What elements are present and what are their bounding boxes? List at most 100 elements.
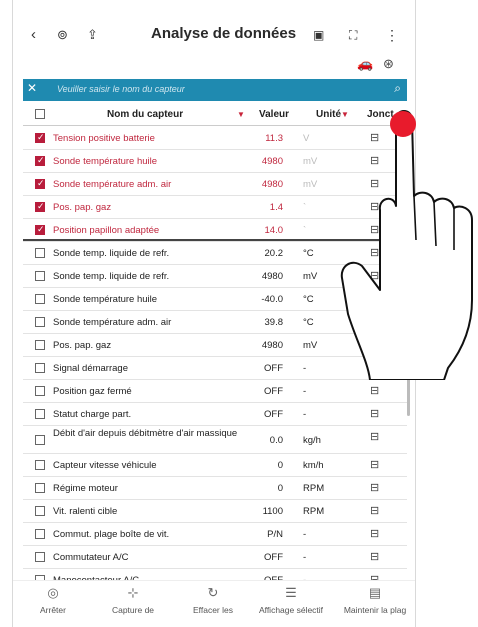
capture-button[interactable]: ⊹ Capture de <box>95 585 171 615</box>
fullscreen-icon[interactable]: ⛶ <box>349 24 357 46</box>
stop-icon: ◎ <box>47 585 59 600</box>
sensor-unit: °C <box>303 317 314 328</box>
row-checkbox[interactable] <box>35 340 45 350</box>
selective-display-button[interactable]: ☰ Affichage sélectif <box>253 585 329 615</box>
junction-icon[interactable]: ⊟ <box>370 550 379 563</box>
back-chevron-icon[interactable]: ‹ <box>31 24 36 46</box>
sensor-name: Sonde température huile <box>53 156 158 167</box>
sensor-value: 0 <box>277 460 283 471</box>
column-unit-header[interactable]: Unité <box>316 109 341 120</box>
vehicle-icon[interactable]: ⊚ <box>57 24 68 46</box>
export-icon[interactable]: ⇪ <box>87 24 98 46</box>
sensor-name: Pos. pap. gaz <box>53 340 112 351</box>
sensor-value: OFF <box>264 386 283 397</box>
column-name-header[interactable]: Nom du capteur <box>107 109 183 120</box>
row-checkbox[interactable] <box>35 224 45 235</box>
more-vert-icon[interactable]: ⋮ <box>385 24 399 46</box>
junction-icon[interactable]: ⊟ <box>370 458 379 471</box>
sensor-value: OFF <box>264 409 283 420</box>
row-checkbox[interactable] <box>35 201 45 212</box>
sensor-unit: - <box>303 363 307 374</box>
sensor-unit: mV <box>303 340 318 351</box>
table-row[interactable]: Capteur vitesse véhicule 0 km/h ⊟ <box>23 454 407 477</box>
row-checkbox[interactable] <box>35 317 45 327</box>
sensor-unit: RPM <box>303 506 325 517</box>
junction-icon[interactable]: ⊟ <box>370 527 379 540</box>
row-checkbox[interactable] <box>35 248 45 258</box>
row-checkbox[interactable] <box>35 155 45 166</box>
capture-icon: ⊹ <box>127 585 139 600</box>
sensor-value: 1100 <box>262 506 283 517</box>
sensor-name: Statut charge part. <box>53 409 132 420</box>
sensor-name: Signal démarrage <box>53 363 128 374</box>
sensor-unit: kg/h <box>303 435 321 446</box>
sensor-unit: ` <box>303 202 307 213</box>
row-checkbox[interactable] <box>35 132 45 143</box>
record-icon[interactable]: ▣ <box>313 24 324 46</box>
column-value-header[interactable]: Valeur <box>259 109 289 120</box>
sensor-unit: - <box>303 386 307 397</box>
list-icon: ☰ <box>285 585 297 600</box>
row-checkbox[interactable] <box>35 435 45 445</box>
row-checkbox[interactable] <box>35 552 45 562</box>
touch-indicator <box>390 111 416 137</box>
row-checkbox[interactable] <box>35 483 45 493</box>
table-row[interactable]: Régime moteur 0 RPM ⊟ <box>23 477 407 500</box>
sensor-unit: - <box>303 552 307 563</box>
sensor-name: Capteur vitesse véhicule <box>53 460 157 471</box>
search-input[interactable]: Veuiller saisir le nom du capteur <box>57 84 185 94</box>
settings-icon[interactable]: ⊛ <box>383 56 394 72</box>
row-checkbox[interactable] <box>35 409 45 419</box>
junction-icon[interactable]: ⊟ <box>370 430 379 443</box>
hold-range-button[interactable]: ▤ Maintenir la plag <box>333 585 415 615</box>
row-checkbox[interactable] <box>35 271 45 281</box>
table-row[interactable]: Statut charge part. OFF - ⊟ <box>23 403 407 426</box>
row-checkbox[interactable] <box>35 363 45 373</box>
sensor-value: -40.0 <box>261 294 283 305</box>
search-icon[interactable]: ⌕ <box>394 81 401 96</box>
row-checkbox[interactable] <box>35 506 45 516</box>
sensor-name: Commut. plage boîte de vit. <box>53 529 170 540</box>
select-all-checkbox[interactable] <box>35 109 45 119</box>
sensor-unit: mV <box>303 271 318 282</box>
table-row[interactable]: Position gaz fermé OFF - ⊟ <box>23 380 407 403</box>
row-checkbox[interactable] <box>35 386 45 396</box>
junction-icon[interactable]: ⊟ <box>370 407 379 420</box>
junction-icon[interactable]: ⊟ <box>370 481 379 494</box>
row-checkbox[interactable] <box>35 178 45 189</box>
clear-button[interactable]: ↻ Effacer les <box>175 585 251 615</box>
sensor-unit: °C <box>303 248 314 259</box>
sensor-value: 4980 <box>261 271 283 282</box>
sort-name-icon[interactable]: ▼ <box>237 110 245 119</box>
table-row[interactable]: Débit d'air depuis débitmètre d'air mass… <box>23 426 407 454</box>
sensor-unit: mV <box>303 179 318 190</box>
hold-icon: ▤ <box>368 585 382 600</box>
table-row[interactable]: Vit. ralenti cible 1100 RPM ⊟ <box>23 500 407 523</box>
table-row[interactable]: Commutateur A/C OFF - ⊟ <box>23 546 407 569</box>
sensor-name: Pos. pap. gaz <box>53 202 112 213</box>
row-checkbox[interactable] <box>35 294 45 304</box>
sensor-value: 4980 <box>261 156 283 167</box>
sensor-name: Position papillon adaptée <box>53 225 160 236</box>
table-row[interactable]: Commut. plage boîte de vit. P/N - ⊟ <box>23 523 407 546</box>
search-bar[interactable]: ✕ Veuiller saisir le nom du capteur ⌕ <box>23 79 407 101</box>
sensor-unit: - <box>303 409 307 420</box>
close-icon[interactable]: ✕ <box>27 81 37 95</box>
sensor-name: Sonde température huile <box>53 294 158 305</box>
bottom-toolbar: ◎ Arrêter ⊹ Capture de ↻ Effacer les ☰ A… <box>13 580 415 627</box>
sensor-name: Position gaz fermé <box>53 386 132 397</box>
sensor-unit: V <box>303 133 310 144</box>
row-checkbox[interactable] <box>35 460 45 470</box>
junction-icon[interactable]: ⊟ <box>370 504 379 517</box>
sensor-value: 39.8 <box>264 317 284 328</box>
sensor-unit: °C <box>303 294 314 305</box>
sensor-name: Sonde temp. liquide de refr. <box>53 248 170 259</box>
row-checkbox[interactable] <box>35 529 45 539</box>
stop-button[interactable]: ◎ Arrêter <box>15 585 91 615</box>
junction-icon[interactable]: ⊟ <box>370 384 379 397</box>
sensor-value: 0 <box>277 483 283 494</box>
page-title: Analyse de données <box>151 25 297 42</box>
refresh-icon: ↻ <box>207 585 219 600</box>
car-icon[interactable]: 🚗 <box>357 56 373 72</box>
sensor-name: Tension positive batterie <box>53 133 155 144</box>
